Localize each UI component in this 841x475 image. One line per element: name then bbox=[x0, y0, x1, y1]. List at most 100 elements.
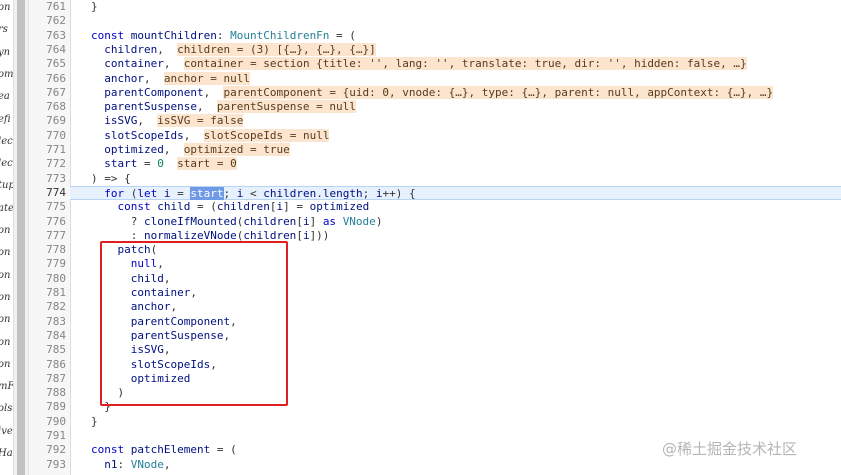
inline-value-hint[interactable]: slotScopeIds = null bbox=[203, 128, 330, 142]
code-line[interactable]: } bbox=[70, 0, 841, 14]
line-number[interactable]: 777 bbox=[32, 229, 66, 243]
line-number[interactable]: 778 bbox=[32, 243, 66, 257]
code-line[interactable]: parentComponent, parentComponent = {uid:… bbox=[70, 85, 841, 100]
line-number[interactable]: 791 bbox=[32, 429, 66, 443]
punctuation-token: ) => { bbox=[91, 171, 131, 185]
line-number[interactable]: 781 bbox=[32, 286, 66, 300]
inline-value-hint[interactable]: parentComponent = {uid: 0, vnode: {…}, t… bbox=[223, 85, 774, 99]
navigator-item[interactable]: om bbox=[0, 69, 13, 83]
line-number[interactable]: 768 bbox=[32, 100, 66, 114]
line-number[interactable]: 793 bbox=[32, 458, 66, 472]
punctuation-token: , bbox=[196, 100, 217, 114]
inline-value-hint[interactable]: parentSuspense = null bbox=[216, 100, 356, 114]
line-number[interactable]: 766 bbox=[32, 72, 66, 86]
line-number[interactable]: 773 bbox=[32, 172, 66, 186]
code-line[interactable]: n1: VNode, bbox=[70, 458, 841, 472]
line-number[interactable]: 788 bbox=[32, 386, 66, 400]
navigator-item[interactable]: on bbox=[0, 225, 13, 239]
navigator-item[interactable]: yn bbox=[0, 47, 13, 61]
identifier-token: children bbox=[104, 42, 158, 56]
line-number[interactable]: 787 bbox=[32, 372, 66, 386]
line-number[interactable]: 771 bbox=[32, 143, 66, 157]
keyword-token: for bbox=[104, 186, 125, 200]
line-number[interactable]: 780 bbox=[32, 272, 66, 286]
punctuation-token: : bbox=[91, 228, 144, 242]
navigator-item[interactable]: on bbox=[0, 314, 13, 328]
line-number[interactable]: 769 bbox=[32, 114, 66, 128]
code-line[interactable]: container, container = section {title: '… bbox=[70, 57, 841, 71]
navigator-scrollbar[interactable] bbox=[13, 0, 29, 475]
punctuation-token: , bbox=[183, 128, 204, 142]
line-number[interactable]: 779 bbox=[32, 257, 66, 271]
line-number[interactable]: 764 bbox=[32, 43, 66, 57]
line-number[interactable]: 786 bbox=[32, 358, 66, 372]
line-number[interactable]: 789 bbox=[32, 400, 66, 414]
code-line[interactable]: children, children = (3) [{…}, {…}, {…}] bbox=[70, 42, 841, 57]
inline-value-hint[interactable]: start = 0 bbox=[177, 157, 237, 171]
line-number[interactable]: 783 bbox=[32, 315, 66, 329]
code-line[interactable] bbox=[70, 14, 841, 28]
navigator-item[interactable]: on bbox=[0, 2, 13, 16]
navigator-item[interactable]: on bbox=[0, 337, 13, 351]
code-line[interactable]: slotScopeIds, slotScopeIds = null bbox=[70, 128, 841, 143]
code-line[interactable]: const child = (children[i] = optimized bbox=[70, 200, 841, 214]
navigator-item[interactable]: on bbox=[0, 247, 13, 261]
navigator-item[interactable]: lec bbox=[0, 136, 13, 150]
navigator-item[interactable]: on bbox=[0, 270, 13, 284]
code-line[interactable]: isSVG, isSVG = false bbox=[70, 114, 841, 128]
navigator-item[interactable]: rs bbox=[0, 24, 13, 38]
keyword-token: const bbox=[91, 28, 131, 42]
code-line[interactable]: } bbox=[70, 415, 841, 429]
punctuation-token bbox=[164, 157, 177, 170]
line-number[interactable]: 770 bbox=[32, 129, 66, 143]
navigator-item[interactable]: ols bbox=[0, 403, 13, 417]
navigator-item[interactable]: on bbox=[0, 359, 13, 373]
line-number[interactable]: 767 bbox=[32, 86, 66, 100]
line-number[interactable]: 776 bbox=[32, 215, 66, 229]
line-number[interactable]: 792 bbox=[32, 443, 66, 457]
code-line[interactable]: start = 0 start = 0 bbox=[70, 157, 841, 171]
inline-value-hint[interactable]: optimized = true bbox=[183, 143, 290, 156]
line-number[interactable]: 761 bbox=[32, 0, 66, 14]
identifier-token: container bbox=[104, 57, 164, 71]
line-number[interactable]: 763 bbox=[32, 29, 66, 43]
identifier-token: parentSuspense bbox=[104, 100, 197, 114]
navigator-item[interactable]: ate bbox=[0, 203, 13, 217]
code-line-paused[interactable]: for (let i = start; i < children.length;… bbox=[70, 185, 841, 201]
navigator-item[interactable]: ea bbox=[0, 91, 13, 105]
line-number[interactable]: 774 bbox=[32, 186, 66, 200]
identifier-token: n1 bbox=[104, 457, 118, 471]
punctuation-token bbox=[91, 157, 104, 170]
punctuation-token: ] bbox=[309, 214, 323, 228]
code-line[interactable]: anchor, anchor = null bbox=[70, 71, 841, 86]
code-line[interactable]: optimized, optimized = true bbox=[70, 143, 841, 157]
line-number[interactable]: 765 bbox=[32, 57, 66, 71]
inline-value-hint[interactable]: container = section {title: '', lang: ''… bbox=[183, 57, 747, 71]
navigator-item[interactable]: mF bbox=[0, 381, 13, 395]
navigator-item[interactable]: tup bbox=[0, 180, 13, 194]
keyword-token: const bbox=[117, 200, 158, 214]
code-line[interactable]: const mountChildren: MountChildrenFn = ( bbox=[70, 29, 841, 43]
line-number[interactable]: 772 bbox=[32, 157, 66, 171]
line-number-gutter[interactable]: 761 762 763 764 765 766 767 768 769 770 771 772 773 7… bbox=[29, 0, 71, 475]
line-number[interactable]: 762 bbox=[32, 14, 66, 28]
navigator-item[interactable]: ive bbox=[0, 426, 13, 440]
navigator-item[interactable]: lec bbox=[0, 158, 13, 172]
code-line[interactable]: ) => { bbox=[70, 172, 841, 186]
inline-value-hint[interactable]: children = (3) [{…}, {…}, {…}] bbox=[177, 42, 376, 56]
punctuation-token: ++) { bbox=[382, 186, 416, 200]
navigator-item[interactable]: on bbox=[0, 292, 13, 306]
line-number[interactable]: 790 bbox=[32, 415, 66, 429]
navigator-item[interactable]: efi bbox=[0, 114, 13, 128]
line-number[interactable]: 785 bbox=[32, 343, 66, 357]
inline-value-hint[interactable]: anchor = null bbox=[163, 71, 250, 85]
line-number[interactable]: 782 bbox=[32, 300, 66, 314]
navigator-item[interactable]: Ha bbox=[0, 448, 13, 462]
code-line[interactable]: ? cloneIfMounted(children[i] as VNode) bbox=[70, 215, 841, 229]
line-number[interactable]: 784 bbox=[32, 329, 66, 343]
scrollbar-thumb[interactable] bbox=[17, 0, 25, 475]
identifier-token: children bbox=[243, 228, 297, 242]
code-line[interactable]: parentSuspense, parentSuspense = null bbox=[70, 100, 841, 114]
inline-value-hint[interactable]: isSVG = false bbox=[157, 114, 244, 128]
line-number[interactable]: 775 bbox=[32, 200, 66, 214]
